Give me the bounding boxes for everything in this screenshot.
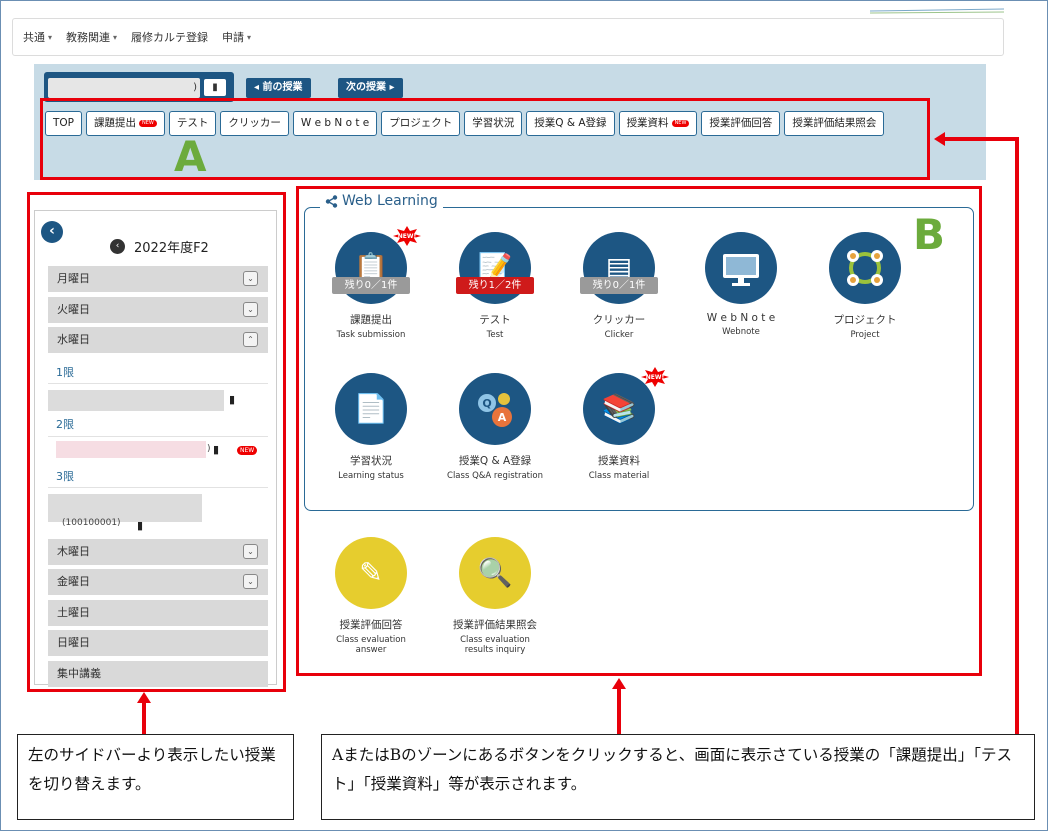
arrow-middle-shaft [617, 688, 621, 734]
decorative-lines [870, 8, 1004, 14]
zone-a-label: A [174, 132, 207, 181]
chevron-down-icon: ▾ [48, 32, 53, 42]
sidebar-highlight [27, 192, 286, 692]
arrow-up-icon [137, 692, 151, 703]
callout-sidebar: 左のサイドバーより表示したい授業を切り替えます。 [17, 734, 294, 820]
callout-zones: AまたはBのゾーンにあるボタンをクリックすると、画面に表示さている授業の「課題提… [321, 734, 1035, 820]
top-menu-bar: 共通 ▾ 教務関連 ▾ 履修カルテ登録 申請 ▾ [12, 18, 1004, 56]
menu-application[interactable]: 申請 ▾ [222, 29, 251, 45]
menu-course-record[interactable]: 履修カルテ登録 [131, 29, 208, 45]
menu-label: 教務関連 [66, 31, 111, 44]
chevron-down-icon: ▾ [247, 32, 252, 42]
arrow-right-shaft [1015, 137, 1019, 734]
arrow-right-top [945, 137, 1019, 141]
class-name: ) [48, 78, 200, 98]
book-icon[interactable]: ▮ [204, 79, 226, 96]
chevron-down-icon: ▾ [113, 32, 118, 42]
prev-class-button[interactable]: ◂ 前の授業 [246, 78, 311, 98]
menu-label: 申請 [222, 31, 245, 44]
arrow-up-icon [612, 678, 626, 689]
arrow-left-shaft [142, 702, 146, 734]
arrow-left-icon [934, 132, 945, 146]
menu-label: 共通 [23, 31, 45, 44]
menu-common[interactable]: 共通 ▾ [23, 29, 52, 45]
menu-label: 履修カルテ登録 [131, 31, 209, 44]
menu-academic[interactable]: 教務関連 ▾ [66, 29, 117, 45]
next-class-button[interactable]: 次の授業 ▸ [338, 78, 403, 98]
zone-b-highlight [296, 186, 982, 676]
